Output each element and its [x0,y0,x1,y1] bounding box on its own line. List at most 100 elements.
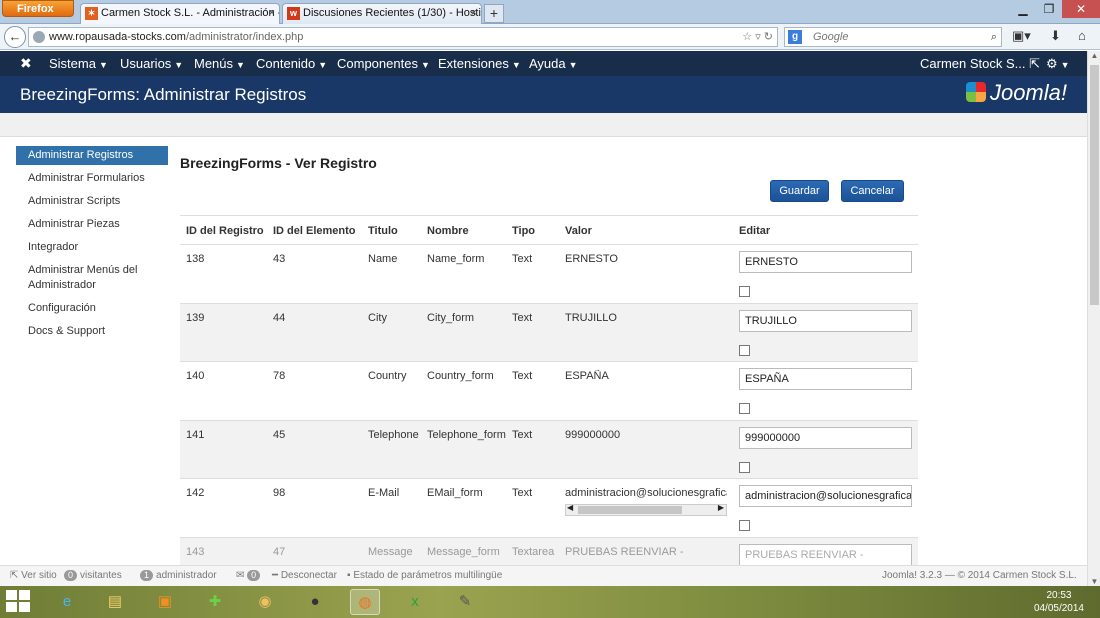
search-icon[interactable]: ⌕ [991,28,997,46]
element-id: 44 [273,311,286,324]
firefox-taskbar-icon[interactable]: ◍ [350,589,380,615]
sidebar-item-docs-support[interactable]: Docs & Support [16,322,168,341]
app-gimp-icon[interactable]: ✎ [450,589,480,615]
joomla-menu-logo-icon[interactable]: ✖ [20,55,32,72]
search-input[interactable]: g Google ⌕ [784,27,1002,47]
view-site-link[interactable]: ⇱ Ver sitio [10,570,57,581]
downloads-icon[interactable]: ⬇ [1050,28,1061,44]
close-tab-icon[interactable]: × [269,4,275,23]
minimize-icon[interactable]: ▁ [1010,0,1036,18]
app-plus-icon[interactable]: ✚ [200,589,230,615]
comment-icon: ▪ [347,570,351,581]
edit-checkbox[interactable] [739,403,750,414]
menu-componentes[interactable]: Componentes ▼ [337,56,430,71]
value-horizontal-scrollbar[interactable]: ◀ ▶ [565,503,727,516]
field-type: Text [512,370,533,382]
app-orange-icon[interactable]: ▣ [150,589,180,615]
menu-menus[interactable]: Menús ▼ [194,56,245,71]
records-table: ID del Registro ID del Elemento Titulo N… [180,215,918,566]
app-camera-icon[interactable]: ◉ [250,589,280,615]
element-id: 78 [273,370,286,382]
file-explorer-icon[interactable]: ▤ [100,589,130,615]
navigation-bar: ← www.ropausada-stocks.com/administrator… [0,24,1100,50]
internet-explorer-icon[interactable]: e [52,589,82,615]
sidebar-item-administrar-scripts[interactable]: Administrar Scripts [16,192,168,211]
edit-value-input[interactable]: TRUJILLO [739,309,912,332]
new-tab-button[interactable]: + [484,4,504,23]
minus-icon: ━ [272,570,279,581]
edit-checkbox[interactable] [739,286,750,297]
column-header: Editar [739,225,771,237]
scrollbar-thumb[interactable] [1090,65,1099,305]
edit-value-textarea[interactable]: PRUEBAS REENVIAR - [739,543,912,565]
windows-start-icon[interactable] [6,590,32,614]
edit-value-input[interactable]: ERNESTO [739,251,912,273]
bookmarks-menu-icon[interactable]: ▣▾ [1012,28,1031,44]
scroll-right-icon[interactable]: ▶ [718,503,724,512]
scroll-down-icon[interactable]: ▼ [1088,577,1100,586]
site-identity-icon[interactable] [33,31,45,43]
sidebar-item-administrar-piezas[interactable]: Administrar Piezas [16,215,168,234]
media-player-icon[interactable]: ● [300,589,330,615]
sidebar-item-administrar-formularios[interactable]: Administrar Formularios [16,169,168,188]
multilang-status[interactable]: ▪ Estado de parámetros multilingüe [347,570,502,581]
back-button[interactable]: ← [4,26,26,48]
tab-discusiones[interactable]: w Discusiones Recientes (1/30) - Hostin.… [282,3,482,24]
page-scrollbar[interactable]: ▲ ▼ [1087,51,1100,586]
sidebar-item-administrar-registros[interactable]: Administrar Registros [16,146,168,165]
field-type: Text [512,253,533,265]
field-name: EMail_form [427,487,483,499]
sidebar-item-administrar-menus[interactable]: Administrar Menús del Administrador [16,261,168,295]
bookmark-star-icon[interactable]: ☆ ▿ ↻ [742,28,773,46]
logout-link[interactable]: ━ Desconectar [272,570,337,581]
column-header: ID del Elemento [273,225,356,237]
page-title: BreezingForms - Ver Registro [180,155,377,171]
edit-checkbox[interactable] [739,344,750,356]
record-id: 143 [186,545,205,558]
element-id: 43 [273,253,286,265]
admins-count: 1 [140,570,154,581]
scroll-up-icon[interactable]: ▲ [1088,51,1100,60]
close-tab-icon[interactable]: × [471,4,477,23]
messages-count: 0 [247,570,261,581]
edit-value-input[interactable]: 999000000 [739,426,912,449]
scrollbar-thumb[interactable] [578,506,682,514]
messages-status[interactable]: ✉ 0 [236,570,263,581]
field-value: PRUEBAS REENVIAR - [565,545,684,558]
close-window-icon[interactable]: ✕ [1062,0,1100,18]
edit-value-input[interactable]: administracion@solucionesgraficas [739,485,912,507]
user-menu[interactable]: Carmen Stock S... ⇱ [920,56,1040,72]
restore-icon[interactable]: ❐ [1036,0,1062,18]
menu-usuarios[interactable]: Usuarios ▼ [120,56,183,71]
edit-checkbox[interactable] [739,520,750,531]
firefox-menu-button[interactable]: Firefox [2,0,74,17]
taskbar-clock[interactable]: 20:53 04/05/2014 [1034,589,1084,615]
edit-checkbox[interactable] [739,461,750,473]
excel-icon[interactable]: x [400,589,430,615]
table-row: 139 44 City City_form Text TRUJILLO TRUJ… [180,303,918,362]
field-type: Textarea [512,545,555,558]
url-bar[interactable]: www.ropausada-stocks.com/administrator/i… [28,27,778,47]
google-engine-icon[interactable]: g [788,30,802,44]
sidebar: Administrar Registros Administrar Formul… [16,146,168,345]
sidebar-item-configuracion[interactable]: Configuración [16,299,168,318]
scroll-left-icon[interactable]: ◀ [567,503,573,512]
home-icon[interactable]: ⌂ [1078,28,1086,43]
save-button[interactable]: Guardar [770,180,829,202]
joomla-top-menu: ✖ Sistema ▼ Usuarios ▼ Menús ▼ Contenido ▼ C… [0,51,1087,76]
joomla-favicon-icon: ✶ [85,7,98,20]
tab-admin[interactable]: ✶ Carmen Stock S.L. - Administración - .… [80,3,280,24]
cancel-button[interactable]: Cancelar [841,180,904,202]
element-id: 45 [273,428,286,441]
sidebar-item-integrador[interactable]: Integrador [16,238,168,257]
menu-sistema[interactable]: Sistema ▼ [49,56,108,71]
field-type: Text [512,311,533,324]
settings-gear-icon[interactable]: ⚙ ▼ [1046,56,1070,72]
menu-extensiones[interactable]: Extensiones ▼ [438,56,521,71]
record-id: 138 [186,253,205,265]
field-name: Telephone_form [427,428,506,441]
edit-value-input[interactable]: ESPAÑA [739,368,912,390]
clock-date: 04/05/2014 [1033,603,1084,614]
menu-ayuda[interactable]: Ayuda ▼ [529,56,578,71]
menu-contenido[interactable]: Contenido ▼ [256,56,327,71]
